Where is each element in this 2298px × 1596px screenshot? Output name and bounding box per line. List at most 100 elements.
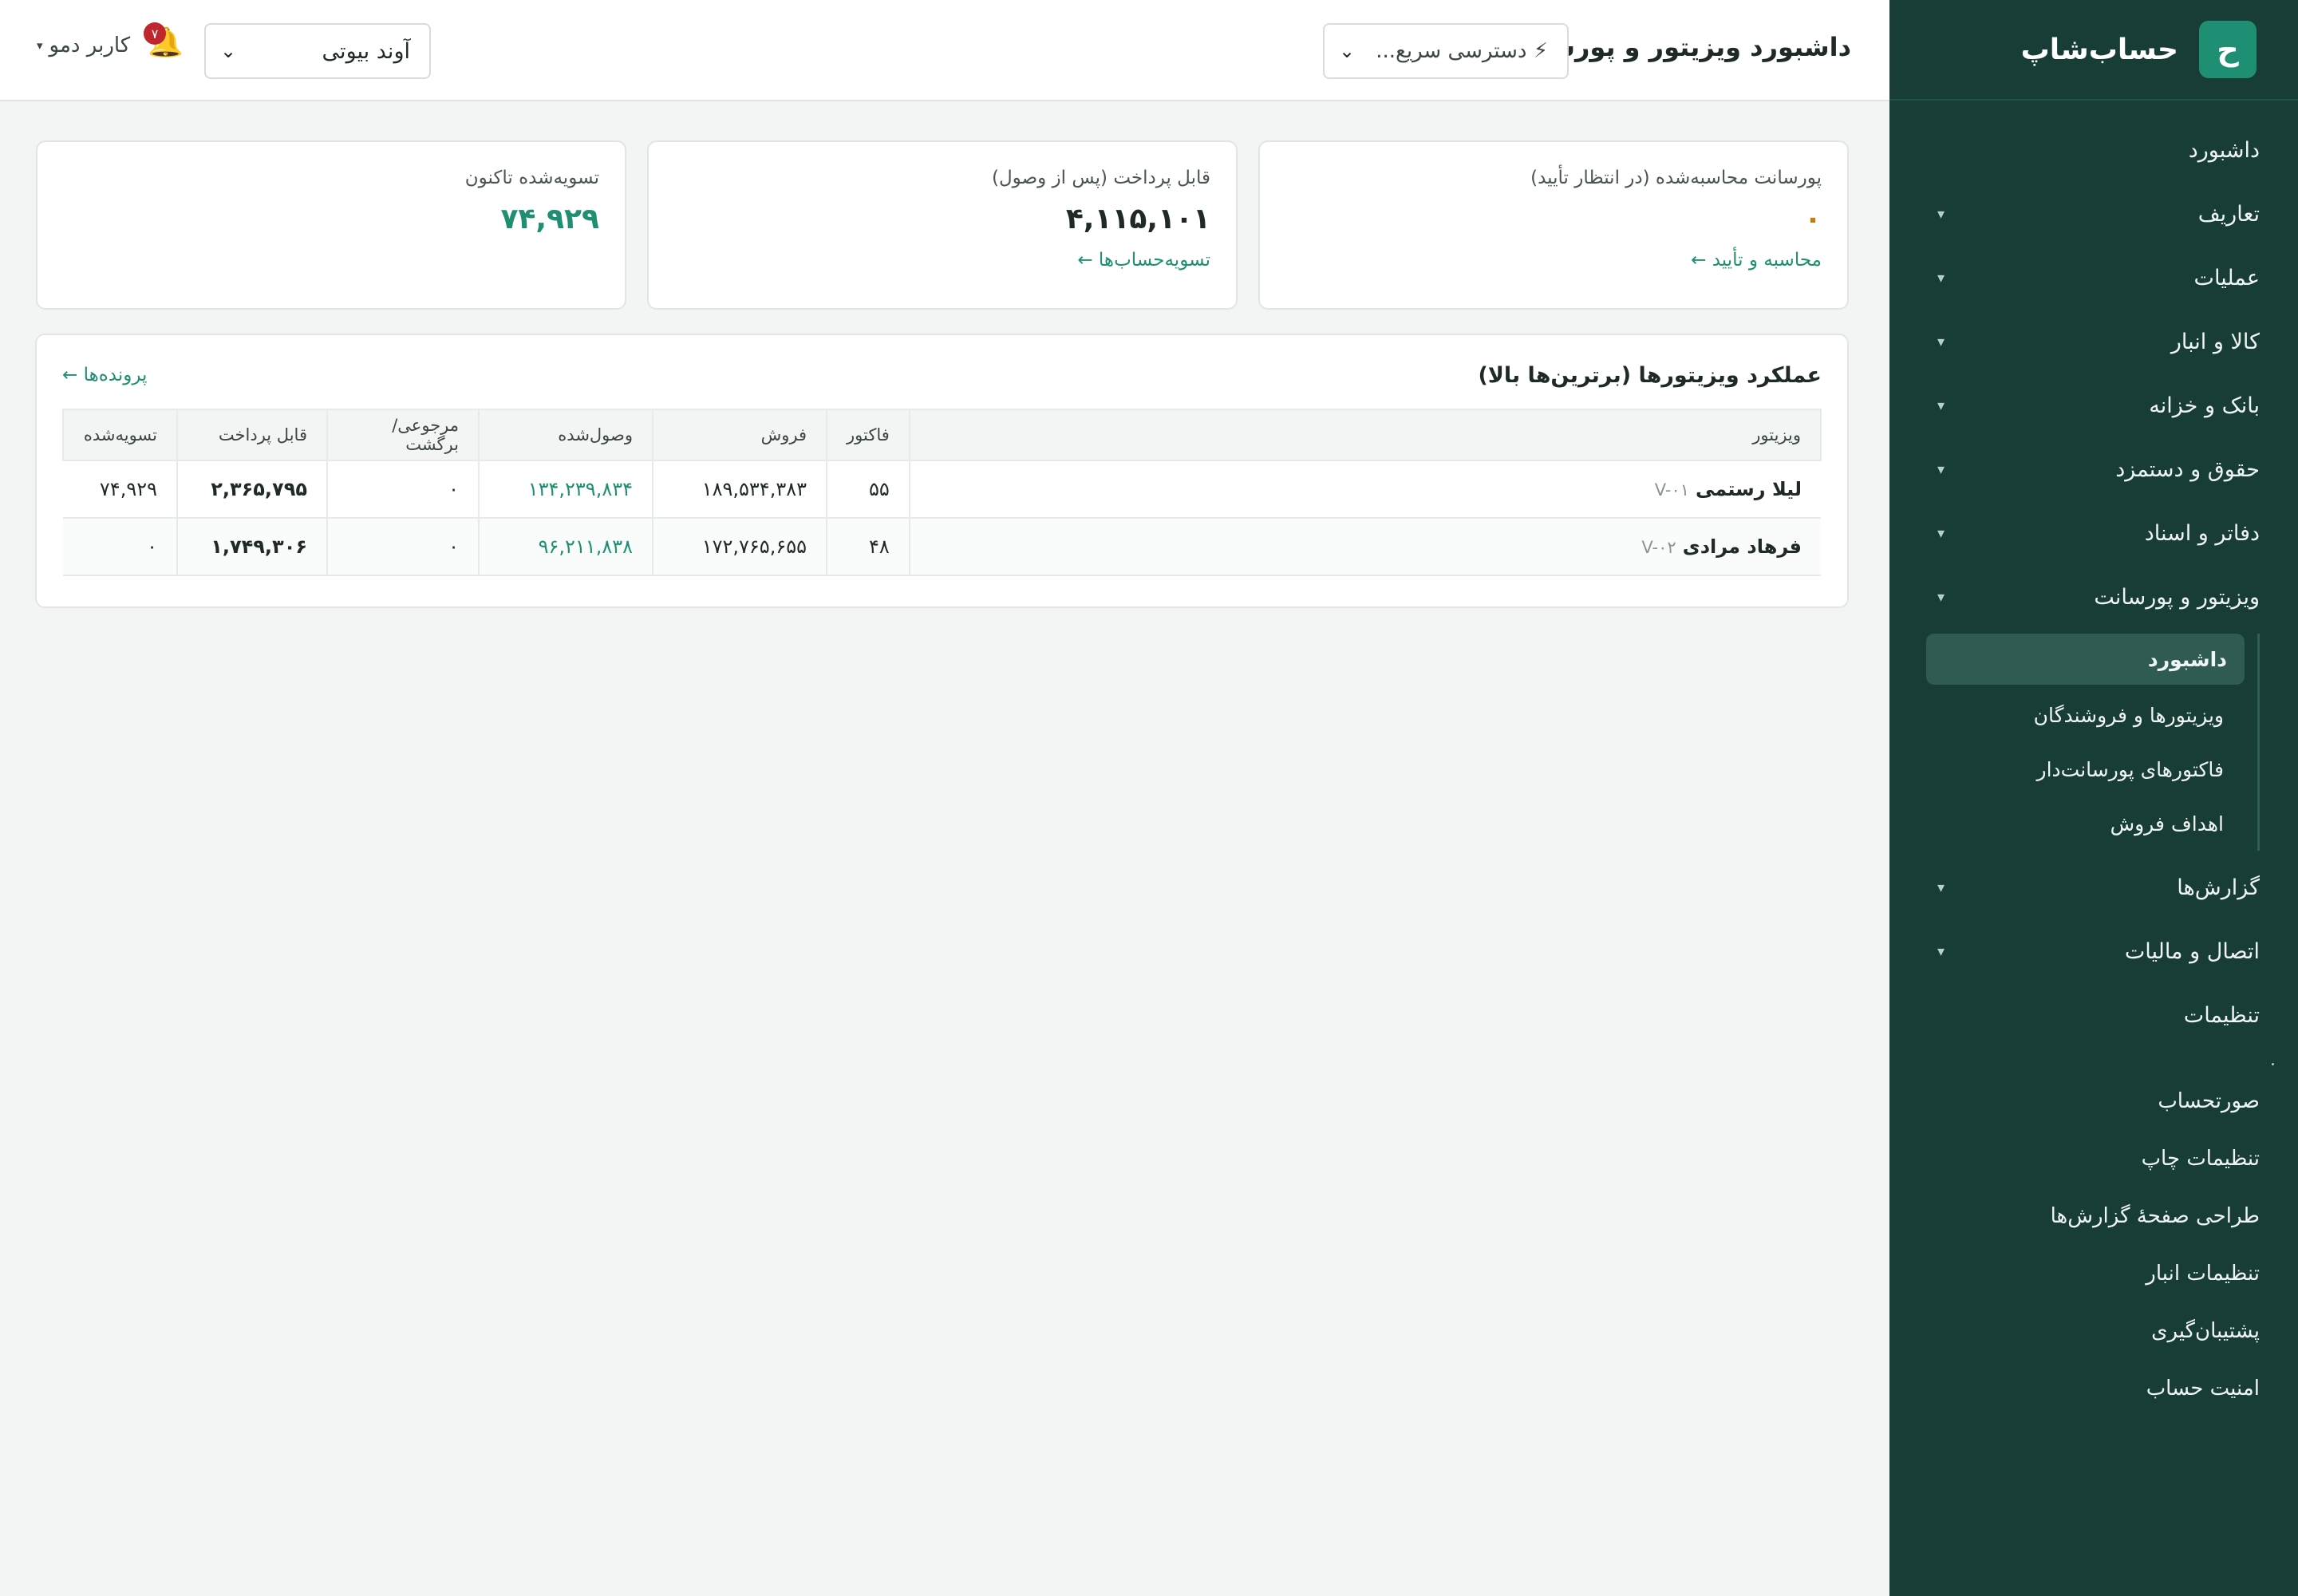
- sidebar-item-label: داشبورد: [2188, 137, 2260, 163]
- chevron-down-icon: ▾: [1937, 588, 1945, 606]
- sidebar-item-label: بانک و خزانه: [2149, 393, 2260, 418]
- chevron-down-icon: ⌄: [1339, 40, 1356, 62]
- sidebar-item-warehouse-settings[interactable]: تنظیمات انبار: [1889, 1245, 2298, 1302]
- sidebar: ح حساب‌شاپ داشبورد تعاریف ▾ عملیات ▾ کالا …: [1889, 0, 2298, 1596]
- column-header-visitor[interactable]: ویزیتور: [908, 409, 1822, 461]
- sidebar-item-bank[interactable]: بانک و خزانه ▾: [1889, 373, 2298, 437]
- visitor-performance-panel: عملکرد ویزیتورها (برترین‌ها بالا) پرونده…: [35, 334, 1849, 608]
- sub-item-dashboard[interactable]: داشبورد: [1926, 634, 2245, 685]
- sidebar-item-billing[interactable]: صورتحساب: [1889, 1073, 2298, 1130]
- visitor-name: لیلا رستمی: [1696, 478, 1802, 500]
- quick-access-label: ⚡ دسترسی سریع...: [1376, 39, 1548, 63]
- panel-title: عملکرد ویزیتورها (برترین‌ها بالا): [1478, 362, 1822, 388]
- brand-name: حساب‌شاپ: [2020, 33, 2178, 66]
- chevron-down-icon: ▾: [1937, 942, 1945, 960]
- sidebar-item-label: اتصال و مالیات: [2124, 938, 2260, 964]
- sidebar-item-label: حقوق و دستمزد: [2115, 456, 2260, 482]
- sidebar-dot: .: [2270, 1049, 2276, 1070]
- brand: ح حساب‌شاپ: [1889, 0, 2298, 101]
- quick-access-select[interactable]: ⚡ دسترسی سریع... ⌄: [1323, 23, 1569, 79]
- sidebar-item-dashboard[interactable]: داشبورد: [1889, 118, 2298, 182]
- caret-down-icon: ▾: [37, 38, 43, 53]
- brand-logo: ح: [2199, 21, 2257, 78]
- table-header-row: ویزیتور فاکتور فروش وصول‌شده مرجوعی/برگش…: [62, 409, 1822, 461]
- cell-invoices: ۴۸: [826, 518, 910, 576]
- sidebar-item-label: دفاتر و اسناد: [2144, 520, 2260, 546]
- column-header-sales[interactable]: فروش: [652, 409, 827, 461]
- topbar: داشبورد ویزیتور و پورسانت ⚡ دسترسی سریع.…: [0, 0, 1889, 101]
- chevron-down-icon: ▾: [1937, 397, 1945, 414]
- sidebar-item-label: کالا و انبار: [2170, 329, 2260, 354]
- sidebar-item-tax[interactable]: اتصال و مالیات ▾: [1889, 919, 2298, 983]
- sub-item-sales-targets[interactable]: اهداف فروش: [1926, 796, 2241, 851]
- cell-payable: ۲,۳۶۵,۷۹۵: [176, 460, 327, 519]
- sidebar-item-operations[interactable]: عملیات ▾: [1889, 246, 2298, 310]
- sidebar-item-print-settings[interactable]: تنظیمات چاپ: [1889, 1130, 2298, 1187]
- column-header-returns[interactable]: مرجوعی/برگشت: [326, 409, 480, 461]
- sidebar-nav: داشبورد تعاریف ▾ عملیات ▾ کالا و انبار ▾ با…: [1889, 101, 2298, 1417]
- notification-badge: ۷: [144, 22, 166, 45]
- column-header-collected[interactable]: وصول‌شده: [478, 409, 653, 461]
- sidebar-item-ledgers[interactable]: دفاتر و اسناد ▾: [1889, 501, 2298, 565]
- sidebar-item-definitions[interactable]: تعاریف ▾: [1889, 182, 2298, 246]
- user-menu[interactable]: کاربر دمو ▾: [37, 34, 130, 57]
- chevron-down-icon: ▾: [1937, 524, 1945, 542]
- table-row[interactable]: لیلا رستمی V-۰۱ ۵۵ ۱۸۹,۵۳۴,۳۸۳ ۱۳۴,۲۳۹,۸۳…: [63, 460, 1821, 519]
- chevron-down-icon: ▾: [1937, 205, 1945, 223]
- sub-item-visitors[interactable]: ویزیتورها و فروشندگان: [1926, 688, 2241, 742]
- column-header-invoices[interactable]: فاکتور: [826, 409, 910, 461]
- user-name: کاربر دمو: [49, 34, 131, 57]
- visitor-name: فرهاد مرادی: [1682, 535, 1802, 558]
- sidebar-item-payroll[interactable]: حقوق و دستمزد ▾: [1889, 437, 2298, 501]
- kpi-value: ۴,۱۱۵,۱۰۱: [1065, 203, 1210, 235]
- settlements-link[interactable]: تسویه‌حساب‌ها ←: [674, 250, 1210, 271]
- store-select-value: آوند بیوتی: [322, 38, 410, 64]
- kpi-value: ۰: [1804, 203, 1822, 235]
- column-header-settled[interactable]: تسویه‌شده: [62, 409, 178, 461]
- sidebar-item-label: تعاریف: [2197, 201, 2260, 227]
- chevron-down-icon: ▾: [1937, 269, 1945, 286]
- kpi-label: تسویه‌شده تاکنون: [464, 168, 599, 188]
- sidebar-item-settings[interactable]: تنظیمات: [1889, 983, 2298, 1047]
- kpi-label: پورسانت محاسبه‌شده (در انتظار تأیید): [1530, 168, 1822, 188]
- sidebar-item-visitor-commission[interactable]: ویزیتور و پورسانت ▾: [1889, 565, 2298, 629]
- cell-settled: ۷۴,۹۲۹: [63, 460, 177, 519]
- sidebar-item-label: گزارش‌ها: [2177, 875, 2260, 900]
- chevron-down-icon: ▾: [1937, 879, 1945, 896]
- sidebar-item-label: عملیات: [2193, 265, 2260, 290]
- column-header-payable[interactable]: قابل پرداخت: [176, 409, 328, 461]
- sidebar-item-label: تنظیمات: [2183, 1002, 2260, 1028]
- sidebar-item-backup[interactable]: پشتیبان‌گیری: [1889, 1302, 2298, 1360]
- sub-item-commission-invoices[interactable]: فاکتورهای پورسانت‌دار: [1926, 742, 2241, 796]
- visitor-code: V-۰۲: [1641, 538, 1676, 557]
- cell-collected: ۱۳۴,۲۳۹,۸۳۴: [478, 460, 653, 519]
- kpi-value: ۷۴,۹۲۹: [500, 203, 599, 235]
- visitor-code: V-۰۱: [1654, 480, 1690, 500]
- cell-returns: ۰: [326, 460, 479, 519]
- chevron-down-icon: ▾: [1937, 460, 1945, 478]
- sidebar-item-reports[interactable]: گزارش‌ها ▾: [1889, 855, 2298, 919]
- sidebar-item-label: ویزیتور و پورسانت: [2094, 584, 2260, 610]
- sidebar-subnav: داشبورد ویزیتورها و فروشندگان فاکتورهای …: [1926, 634, 2260, 851]
- kpi-card-payable: قابل پرداخت (پس از وصول) ۴,۱۱۵,۱۰۱ تسویه…: [647, 140, 1238, 310]
- cell-settled: ۰: [63, 518, 177, 576]
- cell-returns: ۰: [326, 518, 479, 576]
- sidebar-item-report-designer[interactable]: طراحی صفحهٔ گزارش‌ها: [1889, 1187, 2298, 1245]
- cell-collected: ۹۶,۲۱۱,۸۳۸: [478, 518, 653, 576]
- cell-payable: ۱,۷۴۹,۳۰۶: [176, 518, 327, 576]
- kpi-card-pending-commission: پورسانت محاسبه‌شده (در انتظار تأیید) ۰ م…: [1258, 140, 1849, 310]
- sidebar-item-account-security[interactable]: امنیت حساب: [1889, 1360, 2298, 1417]
- kpi-card-settled: تسویه‌شده تاکنون ۷۴,۹۲۹: [36, 140, 626, 310]
- visitor-performance-table: ویزیتور فاکتور فروش وصول‌شده مرجوعی/برگش…: [62, 409, 1822, 576]
- cell-visitor: فرهاد مرادی V-۰۲: [908, 518, 1821, 576]
- notifications-button[interactable]: 🔔 ۷: [144, 22, 184, 65]
- store-select[interactable]: آوند بیوتی ⌄: [204, 23, 431, 79]
- sidebar-item-inventory[interactable]: کالا و انبار ▾: [1889, 310, 2298, 373]
- kpi-label: قابل پرداخت (پس از وصول): [992, 168, 1210, 188]
- chevron-down-icon: ▾: [1937, 333, 1945, 350]
- calculate-approve-link[interactable]: محاسبه و تأیید ←: [1285, 250, 1822, 271]
- panel-header: عملکرد ویزیتورها (برترین‌ها بالا) پرونده…: [62, 359, 1822, 391]
- chevron-down-icon: ⌄: [220, 40, 237, 62]
- table-row[interactable]: فرهاد مرادی V-۰۲ ۴۸ ۱۷۲,۷۶۵,۶۵۵ ۹۶,۲۱۱,۸۳…: [63, 518, 1821, 576]
- files-link[interactable]: پرونده‌ها ←: [62, 365, 147, 385]
